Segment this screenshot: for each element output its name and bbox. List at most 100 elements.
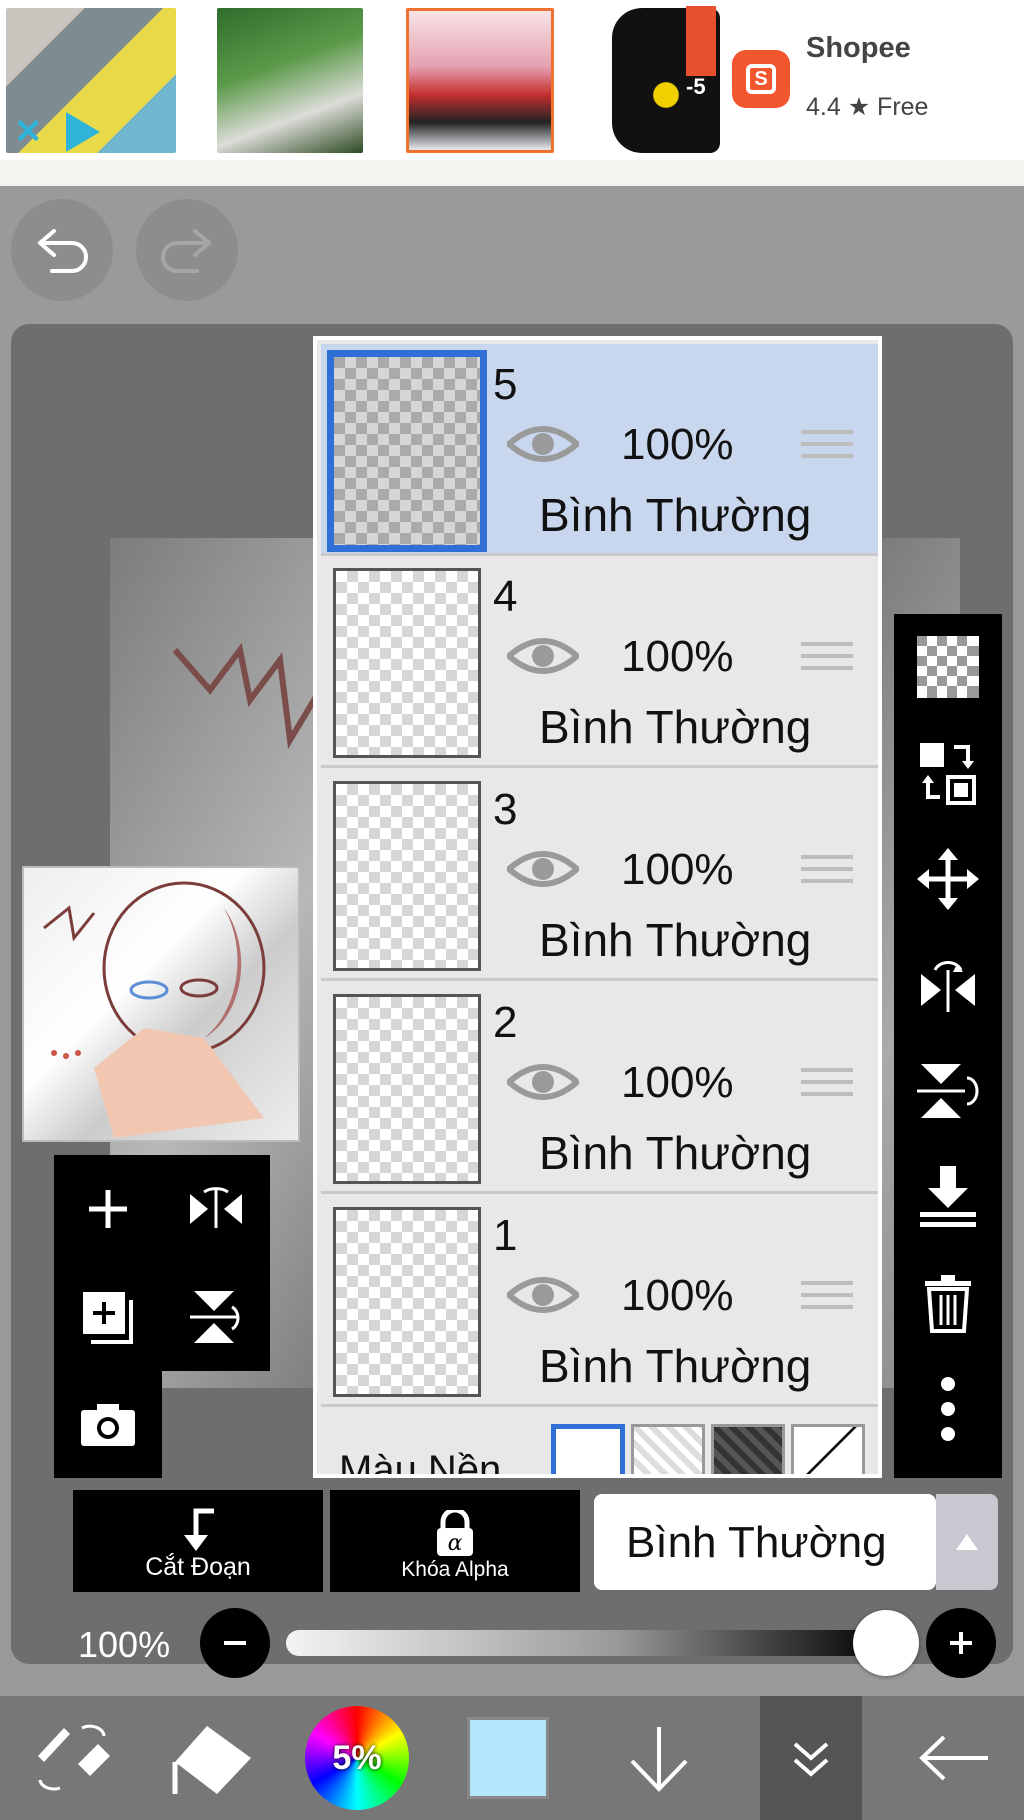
add-layer-button[interactable] (54, 1155, 162, 1263)
eye-icon[interactable] (507, 847, 579, 891)
minus-icon (224, 1641, 246, 1645)
background-color-row: Màu Nền (321, 1410, 878, 1478)
ad-discount-text: -5 (686, 74, 706, 99)
layer-opacity: 100% (621, 1058, 734, 1107)
color-wheel-button[interactable]: 5% (282, 1696, 432, 1820)
ad-banner[interactable]: -5 ✕ S Shopee 4.4 ★ Free (0, 0, 1024, 186)
arrow-down-icon (630, 1727, 688, 1792)
redo-button[interactable] (136, 199, 238, 301)
background-transparent-swatch[interactable] (631, 1424, 705, 1474)
layer-number: 3 (493, 785, 518, 834)
layer-thumbnail[interactable] (333, 994, 481, 1184)
ad-strip[interactable]: -5 ✕ S Shopee 4.4 ★ Free (0, 0, 1024, 160)
layer-opacity: 100% (621, 420, 734, 469)
clipping-arrow-icon (184, 1508, 214, 1551)
layer-opacity: 100% (621, 845, 734, 894)
blend-mode-value: Bình Thường (626, 1518, 887, 1567)
layer-thumbnail[interactable] (333, 781, 481, 971)
drag-handle-icon[interactable] (801, 642, 853, 680)
layer-down-button[interactable] (584, 1696, 734, 1820)
svg-text:α: α (448, 1531, 463, 1556)
layer-row[interactable]: 3 100% Bình Thường (321, 769, 878, 981)
drag-handle-icon[interactable] (801, 430, 853, 468)
background-color-label: Màu Nền (339, 1448, 502, 1478)
more-vertical-icon (941, 1377, 955, 1441)
reference-preview[interactable] (22, 866, 300, 1142)
ad-choices-icon[interactable] (66, 112, 100, 152)
layer-blend-mode: Bình Thường (539, 1127, 812, 1179)
camera-button[interactable] (54, 1371, 162, 1479)
layer-number: 5 (493, 360, 518, 409)
layer-row[interactable]: 5 100% Bình Thường (321, 344, 878, 556)
arrow-left-icon (919, 1735, 988, 1781)
opacity-decrease-button[interactable] (200, 1608, 270, 1678)
layer-thumbnail[interactable] (333, 1207, 481, 1397)
layer-row[interactable]: 1 100% Bình Thường (321, 1195, 878, 1407)
right-toolbar (894, 614, 1002, 1478)
ad-discount-badge: -5 (686, 6, 716, 99)
duplicate-layer-button[interactable] (54, 1263, 162, 1371)
ad-product-image[interactable] (217, 8, 363, 153)
brush-size-value: 5% (332, 1738, 382, 1777)
background-white-swatch[interactable] (551, 1424, 625, 1474)
ad-close-icon[interactable]: ✕ (14, 112, 43, 152)
layer-blend-mode: Bình Thường (539, 1340, 812, 1392)
flip-vertical-button[interactable] (894, 1038, 1002, 1144)
flip-vertical-button[interactable] (162, 1263, 270, 1371)
shopee-logo-icon[interactable]: S (732, 50, 790, 108)
background-dark-swatch[interactable] (711, 1424, 785, 1474)
flip-horizontal-button[interactable] (162, 1155, 270, 1263)
brush-eraser-toggle-button[interactable] (0, 1696, 150, 1820)
ad-app-name[interactable]: Shopee (806, 32, 911, 65)
layers-panel[interactable]: 5 100% Bình Thường 4 100% Bình Thường 3 … (313, 336, 882, 1478)
merge-down-button[interactable] (894, 1144, 1002, 1250)
clipping-label: Cắt Đoạn (145, 1553, 251, 1581)
layer-thumbnail[interactable] (327, 350, 487, 552)
transparency-button[interactable] (894, 614, 1002, 720)
drag-handle-icon[interactable] (801, 855, 853, 893)
brush-eraser-icon (38, 1724, 110, 1791)
opacity-slider[interactable] (286, 1630, 886, 1656)
blend-mode-select[interactable]: Bình Thường (594, 1494, 936, 1590)
blend-mode-dropdown-button[interactable] (936, 1494, 998, 1590)
current-color-button[interactable] (433, 1696, 583, 1820)
background-none-swatch[interactable] (791, 1424, 865, 1474)
flip-vertical-icon (190, 1291, 240, 1343)
shopee-logo-letter: S (754, 67, 768, 90)
ad-footer (0, 160, 1024, 186)
drag-handle-icon[interactable] (801, 1281, 853, 1319)
eye-icon[interactable] (507, 1060, 579, 1104)
canvas-sketch-stroke (172, 642, 323, 749)
color-wheel-icon: 5% (305, 1706, 409, 1810)
drag-handle-icon[interactable] (801, 1068, 853, 1106)
eye-icon[interactable] (507, 634, 579, 678)
selection-tool-button[interactable] (137, 1696, 287, 1820)
layer-row[interactable]: 4 100% Bình Thường (321, 556, 878, 768)
swap-layer-button[interactable] (894, 720, 1002, 826)
opacity-slider-handle[interactable] (853, 1610, 919, 1676)
move-button[interactable] (894, 826, 1002, 932)
layers-panel-toggle-button[interactable] (760, 1696, 862, 1820)
swap-icon (920, 743, 976, 805)
layer-opacity: 100% (621, 632, 734, 681)
ad-product-image[interactable] (406, 8, 554, 153)
layer-number: 1 (493, 1211, 518, 1260)
flip-vertical-icon (917, 1064, 979, 1118)
alpha-lock-button[interactable]: α Khóa Alpha (330, 1490, 580, 1592)
opacity-increase-button[interactable] (926, 1608, 996, 1678)
undo-button[interactable] (11, 199, 113, 301)
eye-icon[interactable] (507, 1273, 579, 1317)
delete-layer-button[interactable] (894, 1250, 1002, 1356)
layer-blend-mode: Bình Thường (539, 701, 812, 753)
ad-rating: 4.4 ★ Free (806, 93, 929, 121)
layer-thumbnail[interactable] (333, 568, 481, 758)
flip-horizontal-button[interactable] (894, 932, 1002, 1038)
more-options-button[interactable] (894, 1356, 1002, 1462)
eye-icon[interactable] (507, 422, 579, 466)
checkerboard-icon (917, 636, 979, 698)
layer-row[interactable]: 2 100% Bình Thường (321, 982, 878, 1194)
merge-down-icon (920, 1166, 976, 1227)
back-button[interactable] (884, 1696, 1024, 1820)
clipping-button[interactable]: Cắt Đoạn (73, 1490, 323, 1592)
redo-icon (161, 229, 211, 273)
